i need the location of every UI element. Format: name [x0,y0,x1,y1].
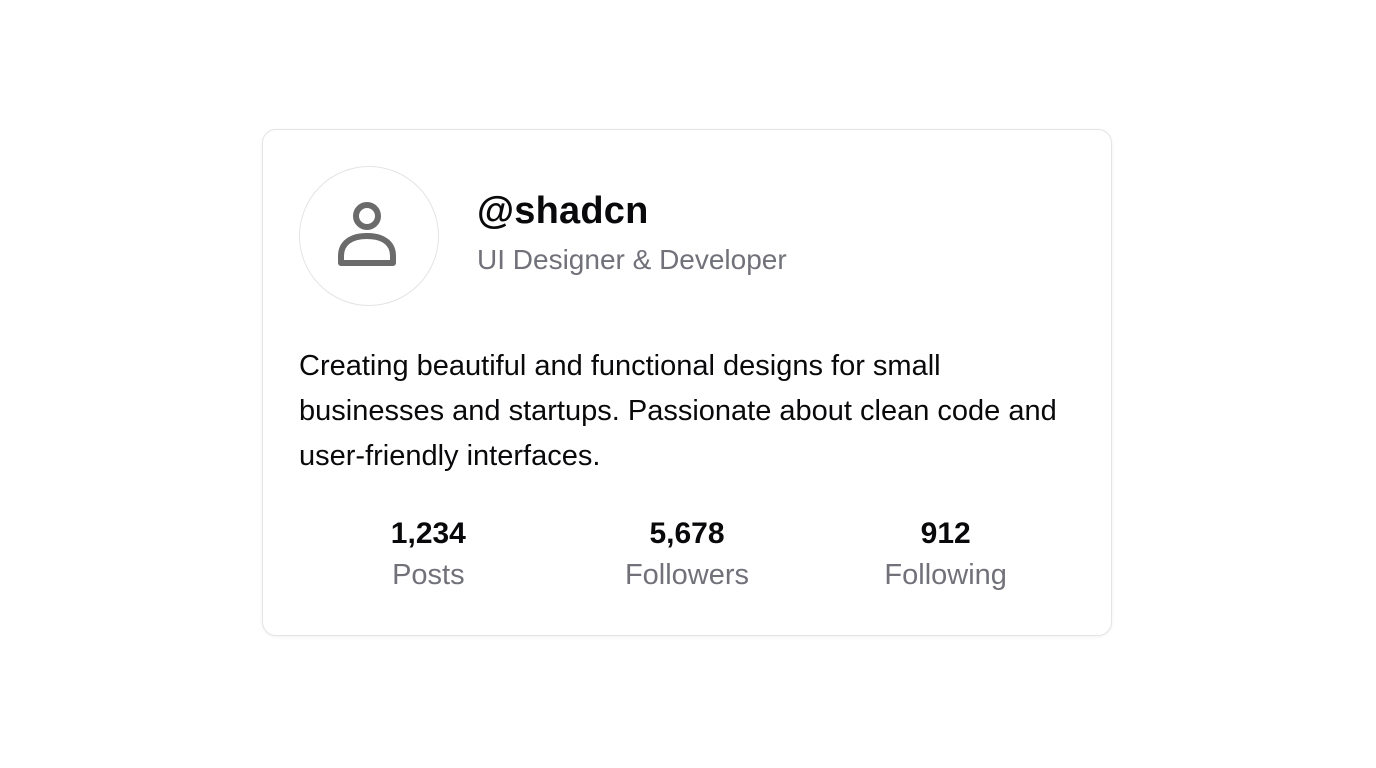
stat-following: 912 Following [816,516,1075,593]
bio-text: Creating beautiful and functional design… [299,350,1057,472]
username: @shadcn [477,190,649,233]
stat-value: 5,678 [649,517,725,550]
identity: @shadcn UI Designer & Developer [477,189,787,276]
stat-value: 912 [920,517,971,550]
stat-label: Following [884,559,1007,591]
stat-posts: 1,234 Posts [299,516,558,593]
stat-label: Posts [392,559,465,591]
role-subtitle: UI Designer & Developer [477,244,787,275]
stat-value: 1,234 [390,517,466,550]
stat-label: Followers [624,559,750,591]
avatar [299,166,439,306]
user-icon [338,202,396,266]
profile-card: @shadcn UI Designer & Developer Creating… [262,129,1112,636]
stat-followers: 5,678 Followers [558,516,817,593]
profile-header: @shadcn UI Designer & Developer [299,166,787,306]
stats-row: 1,234 Posts 5,678 Followers 912 Followin… [299,516,1075,593]
